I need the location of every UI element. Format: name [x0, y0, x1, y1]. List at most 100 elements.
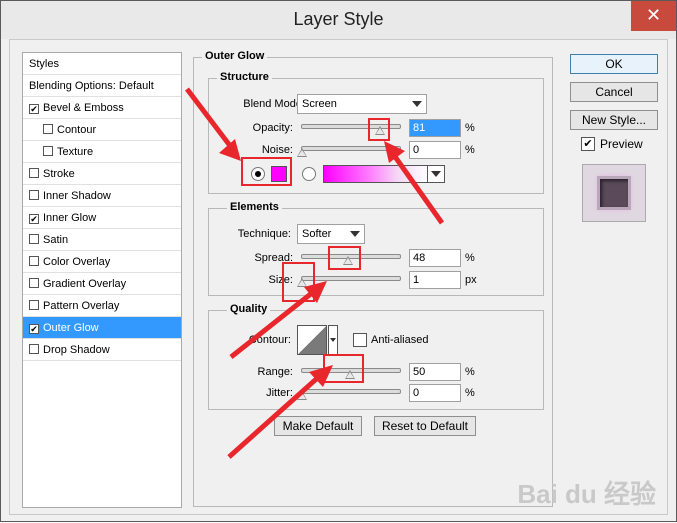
contour-label: Contour: [248, 334, 291, 346]
annotation-box-spread-handle [328, 246, 361, 270]
annotation-box-opacity-handle [368, 118, 390, 141]
style-item-outer-glow[interactable]: ✔ Outer Glow [23, 317, 181, 339]
style-item-satin[interactable]: Satin [23, 229, 181, 251]
title-bar: Layer Style ✕ [1, 1, 676, 39]
style-item-blending-options-default[interactable]: Blending Options: Default [23, 75, 181, 97]
style-item-label: Pattern Overlay [43, 300, 120, 312]
baidu-watermark: Bai du 经验 [517, 479, 656, 509]
dialog-title: Layer Style [293, 9, 384, 29]
style-item-checkbox[interactable]: ✔ [29, 214, 39, 224]
style-item-label: Color Overlay [43, 256, 111, 268]
chevron-down-icon [330, 338, 336, 342]
make-default-button[interactable]: Make Default [274, 416, 362, 436]
close-icon: ✕ [645, 5, 662, 25]
chevron-down-icon [412, 101, 422, 107]
style-item-gradient-overlay[interactable]: Gradient Overlay [23, 273, 181, 295]
style-item-texture[interactable]: Texture [23, 141, 181, 163]
style-item-checkbox[interactable]: ✔ [29, 104, 39, 114]
technique-value: Softer [302, 228, 332, 240]
style-item-label: Blending Options: Default [29, 80, 154, 92]
close-button[interactable]: ✕ [631, 1, 676, 31]
preview-label: Preview [600, 137, 643, 151]
style-item-label: Bevel & Emboss [43, 102, 124, 114]
anti-aliased-checkbox[interactable] [353, 333, 367, 347]
style-item-label: Texture [57, 146, 94, 158]
ok-button[interactable]: OK [570, 54, 658, 74]
range-unit: % [465, 366, 475, 378]
gradient-dropdown-button[interactable] [427, 165, 445, 183]
style-item-label: Satin [43, 234, 69, 246]
style-item-checkbox[interactable] [29, 256, 39, 266]
contour-dropdown-button[interactable] [328, 325, 338, 355]
technique-dropdown[interactable]: Softer [297, 224, 365, 244]
style-item-drop-shadow[interactable]: Drop Shadow [23, 339, 181, 361]
size-unit: px [465, 274, 477, 286]
blend-mode-dropdown[interactable]: Screen [297, 94, 427, 114]
style-item-inner-glow[interactable]: ✔ Inner Glow [23, 207, 181, 229]
styles-list: Styles Blending Options: Default ✔ Bevel & … [22, 52, 182, 508]
layer-style-dialog: Layer Style ✕ Styles Blending Options: De… [0, 0, 677, 522]
anti-aliased-label: Anti-aliased [371, 334, 429, 346]
style-item-label: Contour [57, 124, 97, 136]
noise-slider-handle[interactable] [297, 148, 307, 157]
style-item-checkbox[interactable] [29, 278, 39, 288]
chevron-down-icon [350, 231, 360, 237]
style-item-label: Drop Shadow [43, 344, 110, 356]
style-item-inner-shadow[interactable]: Inner Shadow [23, 185, 181, 207]
style-item-checkbox[interactable] [29, 344, 39, 354]
style-item-label: Inner Shadow [43, 190, 111, 202]
technique-label: Technique: [237, 228, 291, 240]
preview-checkbox[interactable]: ✔ [581, 137, 595, 151]
style-item-checkbox[interactable] [43, 146, 53, 156]
annotation-box-size-handle [282, 262, 315, 302]
annotation-box-color-swatch [241, 157, 292, 186]
cancel-button[interactable]: Cancel [570, 82, 658, 102]
style-item-label: Gradient Overlay [43, 278, 127, 290]
opacity-unit: % [465, 122, 475, 134]
style-item-bevel-emboss[interactable]: ✔ Bevel & Emboss [23, 97, 181, 119]
reset-to-default-button[interactable]: Reset to Default [374, 416, 476, 436]
outer-glow-title: Outer Glow [202, 50, 268, 62]
style-item-label: Styles [29, 58, 59, 70]
gradient-radio[interactable] [302, 167, 316, 181]
contour-picker[interactable] [297, 325, 327, 355]
style-item-stroke[interactable]: Stroke [23, 163, 181, 185]
size-slider[interactable] [301, 276, 401, 281]
opacity-input[interactable]: 81 [409, 119, 461, 137]
style-item-checkbox[interactable] [29, 190, 39, 200]
style-item-styles[interactable]: Styles [23, 53, 181, 75]
new-style-button[interactable]: New Style... [570, 110, 658, 130]
style-item-checkbox[interactable] [43, 124, 53, 134]
style-item-label: Stroke [43, 168, 75, 180]
range-label: Range: [257, 366, 293, 378]
spread-input[interactable]: 48 [409, 249, 461, 267]
gradient-picker[interactable] [323, 165, 429, 183]
chevron-down-icon [431, 171, 441, 177]
size-input[interactable]: 1 [409, 271, 461, 289]
jitter-slider-handle[interactable] [297, 391, 307, 400]
style-item-checkbox[interactable] [29, 234, 39, 244]
style-item-contour[interactable]: Contour [23, 119, 181, 141]
jitter-label: Jitter: [266, 387, 293, 399]
style-item-checkbox[interactable] [29, 168, 39, 178]
noise-label: Noise: [261, 144, 293, 156]
style-item-label: Outer Glow [43, 322, 99, 334]
style-item-pattern-overlay[interactable]: Pattern Overlay [23, 295, 181, 317]
blend-mode-value: Screen [302, 98, 337, 110]
noise-input[interactable]: 0 [409, 141, 461, 159]
style-item-color-overlay[interactable]: Color Overlay [23, 251, 181, 273]
noise-unit: % [465, 144, 475, 156]
preview-square [597, 176, 631, 210]
blend-mode-label: Blend Mode: [243, 98, 305, 110]
jitter-input[interactable]: 0 [409, 384, 461, 402]
noise-slider[interactable] [301, 146, 401, 151]
elements-title: Elements [227, 201, 282, 213]
style-item-checkbox[interactable] [29, 300, 39, 310]
range-input[interactable]: 50 [409, 363, 461, 381]
elements-group: Elements Technique: Softer Spread: 48 % … [208, 201, 544, 296]
jitter-slider[interactable] [301, 389, 401, 394]
dialog-content: Styles Blending Options: Default ✔ Bevel & … [9, 39, 668, 515]
quality-title: Quality [227, 303, 271, 315]
spread-unit: % [465, 252, 475, 264]
style-item-checkbox[interactable]: ✔ [29, 324, 39, 334]
